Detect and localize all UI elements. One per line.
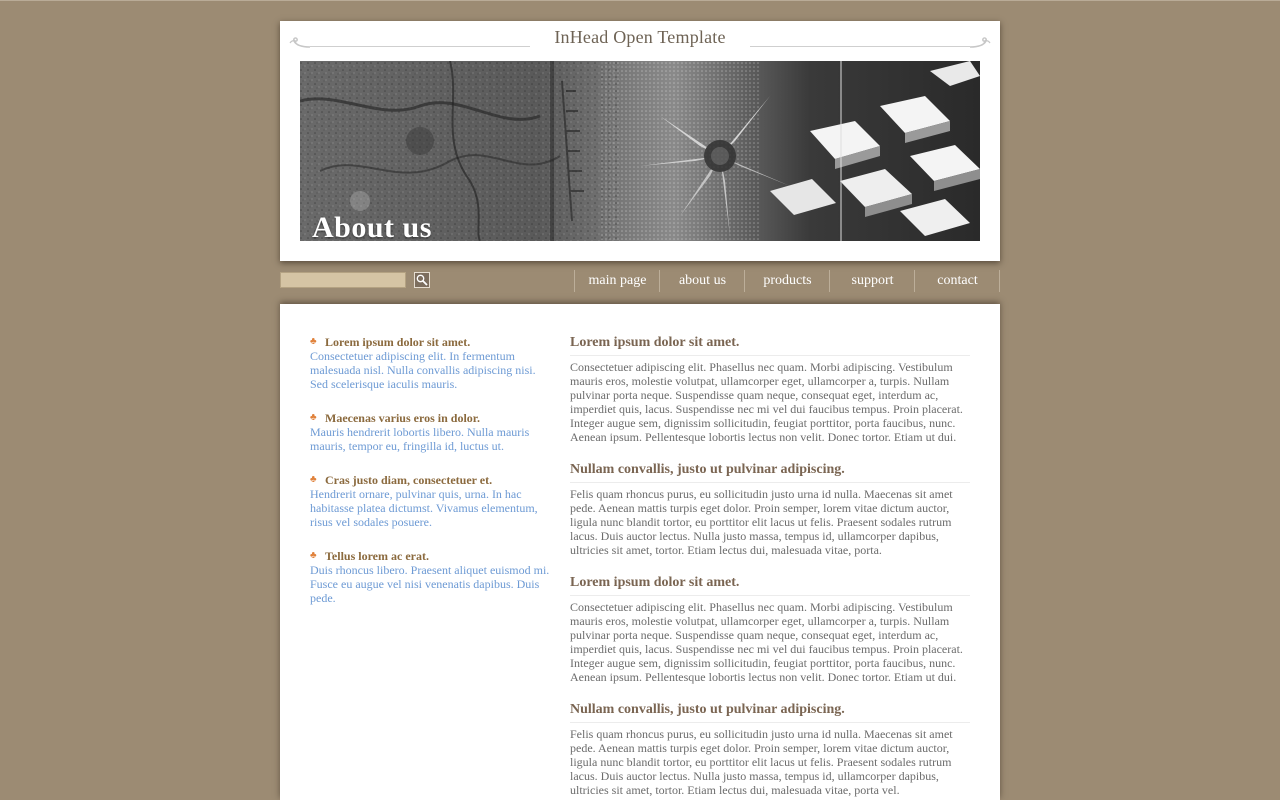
sidebar-news-item: ♣ Cras justo diam, consectetuer et. Hend… <box>310 473 550 529</box>
header-banner-image: About us <box>300 61 980 241</box>
article-title: Lorem ipsum dolor sit amet. <box>570 334 970 356</box>
sidebar-news-text[interactable]: Hendrerit ornare, pulvinar quis, urna. I… <box>310 487 550 529</box>
sidebar-news-item: ♣ Lorem ipsum dolor sit amet. Consectetu… <box>310 335 550 391</box>
article: Lorem ipsum dolor sit amet. Consectetuer… <box>570 574 970 684</box>
article-text: Consectetuer adipiscing elit. Phasellus … <box>570 360 963 444</box>
article-text: Felis quam rhoncus purus, eu sollicitudi… <box>570 727 953 797</box>
article: Nullam convallis, justo ut pulvinar adip… <box>570 461 970 557</box>
sidebar-news-title[interactable]: ♣ Tellus lorem ac erat. <box>310 549 550 563</box>
search-icon <box>416 274 428 286</box>
search-button[interactable] <box>414 272 430 288</box>
nav-about-us[interactable]: about us <box>659 270 745 292</box>
sidebar-news-title[interactable]: ♣ Cras justo diam, consectetuer et. <box>310 473 550 487</box>
article-title: Nullam convallis, justo ut pulvinar adip… <box>570 461 970 483</box>
top-border <box>0 0 1280 1</box>
nav-products[interactable]: products <box>744 270 830 292</box>
club-bullet-icon: ♣ <box>310 474 317 485</box>
article-title: Nullam convallis, justo ut pulvinar adip… <box>570 701 970 723</box>
sidebar-news-text[interactable]: Consectetuer adipiscing elit. In ferment… <box>310 349 550 391</box>
sidebar-news-item: ♣ Tellus lorem ac erat. Duis rhoncus lib… <box>310 549 550 605</box>
sidebar-news-title[interactable]: ♣ Lorem ipsum dolor sit amet. <box>310 335 550 349</box>
content-panel: ♣ Lorem ipsum dolor sit amet. Consectetu… <box>280 304 1000 800</box>
banner-caption: About us <box>312 211 432 241</box>
article: Nullam convallis, justo ut pulvinar adip… <box>570 701 970 797</box>
header-panel: InHead Open Template About us <box>280 21 1000 261</box>
sidebar-news-title[interactable]: ♣ Maecenas varius eros in dolor. <box>310 411 550 425</box>
nav-divider-end <box>999 270 1000 292</box>
article-title: Lorem ipsum dolor sit amet. <box>570 574 970 596</box>
club-bullet-icon: ♣ <box>310 550 317 561</box>
sidebar-news-item: ♣ Maecenas varius eros in dolor. Mauris … <box>310 411 550 453</box>
club-bullet-icon: ♣ <box>310 412 317 423</box>
article: Lorem ipsum dolor sit amet. Consectetuer… <box>570 334 970 444</box>
article-text: Felis quam rhoncus purus, eu sollicitudi… <box>570 487 953 557</box>
club-bullet-icon: ♣ <box>310 336 317 347</box>
nav-contact[interactable]: contact <box>914 270 1000 292</box>
nav-support[interactable]: support <box>829 270 915 292</box>
nav-main-page[interactable]: main page <box>574 270 660 292</box>
sidebar-news-text[interactable]: Duis rhoncus libero. Praesent aliquet eu… <box>310 563 550 605</box>
sidebar-news-text[interactable]: Mauris hendrerit lobortis libero. Nulla … <box>310 425 550 453</box>
article-text: Consectetuer adipiscing elit. Phasellus … <box>570 600 963 684</box>
search-input[interactable] <box>280 272 406 288</box>
site-title: InHead Open Template <box>554 27 726 47</box>
